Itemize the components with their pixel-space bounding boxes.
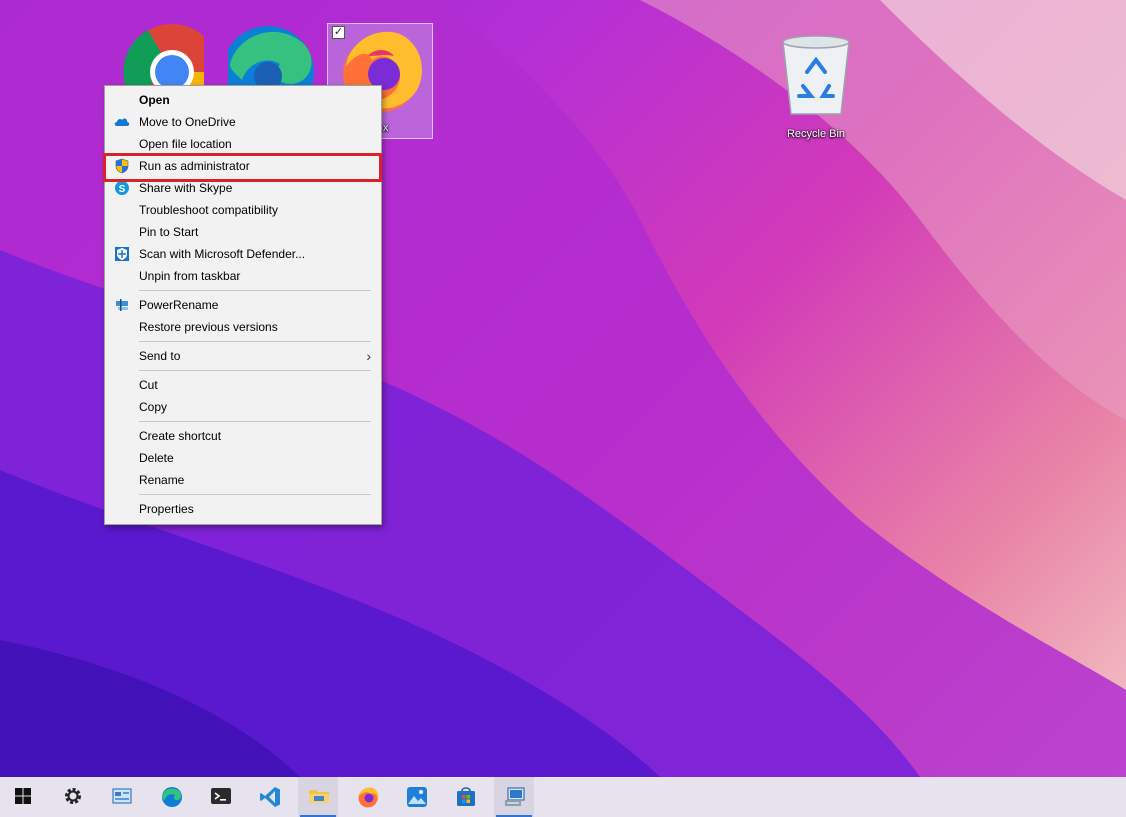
context-menu: Open Move to OneDrive Open file location… — [104, 85, 382, 525]
menu-item-delete[interactable]: Delete — [105, 447, 381, 469]
taskbar-remote-desktop-button[interactable] — [494, 777, 534, 817]
menu-item-send-to[interactable]: Send to › — [105, 345, 381, 367]
chevron-right-icon: › — [366, 345, 371, 367]
menu-item-open-file-location[interactable]: Open file location — [105, 133, 381, 155]
menu-item-cut[interactable]: Cut — [105, 374, 381, 396]
vscode-icon — [259, 786, 281, 808]
menu-item-open[interactable]: Open — [105, 89, 381, 111]
menu-item-label: Copy — [139, 400, 167, 414]
menu-item-powerrename[interactable]: PowerRename — [105, 294, 381, 316]
menu-separator — [139, 290, 371, 291]
menu-item-label: Pin to Start — [139, 225, 198, 239]
powerrename-icon — [114, 297, 130, 313]
menu-separator — [139, 421, 371, 422]
menu-item-label: Create shortcut — [139, 429, 221, 443]
store-icon — [455, 786, 477, 808]
menu-item-label: Rename — [139, 473, 184, 487]
menu-item-label: Troubleshoot compatibility — [139, 203, 278, 217]
menu-item-scan-with-defender[interactable]: Scan with Microsoft Defender... — [105, 243, 381, 265]
menu-item-properties[interactable]: Properties — [105, 498, 381, 520]
menu-item-copy[interactable]: Copy — [105, 396, 381, 418]
taskbar-edge-button[interactable] — [151, 777, 191, 817]
edge-icon — [161, 786, 183, 808]
terminal-icon — [210, 786, 232, 806]
control-panel-icon — [112, 786, 132, 806]
highlight-annotation-box — [103, 153, 382, 182]
taskbar-store-button[interactable] — [445, 777, 485, 817]
taskbar-firefox-button[interactable] — [347, 777, 387, 817]
taskbar-terminal-button[interactable] — [200, 777, 240, 817]
defender-icon — [114, 246, 130, 262]
menu-item-pin-to-start[interactable]: Pin to Start — [105, 221, 381, 243]
firefox-icon — [357, 786, 379, 808]
taskbar-photos-button[interactable] — [396, 777, 436, 817]
menu-separator — [139, 341, 371, 342]
taskbar-start-button[interactable] — [3, 777, 43, 817]
menu-item-create-shortcut[interactable]: Create shortcut — [105, 425, 381, 447]
remote-desktop-icon — [504, 786, 526, 808]
svg-text:S: S — [119, 184, 126, 195]
recycle-bin-icon — [777, 32, 855, 118]
menu-item-label: PowerRename — [139, 298, 218, 312]
menu-item-move-to-onedrive[interactable]: Move to OneDrive — [105, 111, 381, 133]
menu-item-restore-previous-versions[interactable]: Restore previous versions — [105, 316, 381, 338]
menu-separator — [139, 370, 371, 371]
folder-icon — [308, 786, 330, 806]
windows-logo-icon — [13, 786, 33, 806]
menu-item-unpin-from-taskbar[interactable]: Unpin from taskbar — [105, 265, 381, 287]
menu-item-label: Open file location — [139, 137, 232, 151]
desktop-icon-label: Recycle Bin — [763, 128, 869, 140]
menu-item-label: Unpin from taskbar — [139, 269, 240, 283]
menu-item-troubleshoot-compatibility[interactable]: Troubleshoot compatibility — [105, 199, 381, 221]
onedrive-icon — [114, 114, 130, 130]
gear-icon — [63, 786, 83, 806]
menu-item-label: Scan with Microsoft Defender... — [139, 247, 305, 261]
taskbar-settings-button[interactable] — [53, 777, 93, 817]
menu-item-label: Cut — [139, 378, 158, 392]
taskbar-vscode-button[interactable] — [249, 777, 289, 817]
taskbar — [0, 777, 1126, 817]
taskbar-file-explorer-button[interactable] — [298, 777, 338, 817]
menu-item-label: Move to OneDrive — [139, 115, 236, 129]
menu-item-label: Restore previous versions — [139, 320, 278, 334]
photos-icon — [406, 786, 428, 808]
menu-item-label: Open — [139, 93, 170, 107]
desktop-icon-recycle-bin[interactable]: Recycle Bin — [763, 30, 869, 146]
menu-item-label: Delete — [139, 451, 174, 465]
menu-item-label: Share with Skype — [139, 181, 232, 195]
menu-separator — [139, 494, 371, 495]
taskbar-control-panel-button[interactable] — [102, 777, 142, 817]
skype-icon: S — [114, 180, 130, 196]
menu-item-label: Properties — [139, 502, 194, 516]
menu-item-label: Send to — [139, 349, 180, 363]
menu-item-rename[interactable]: Rename — [105, 469, 381, 491]
